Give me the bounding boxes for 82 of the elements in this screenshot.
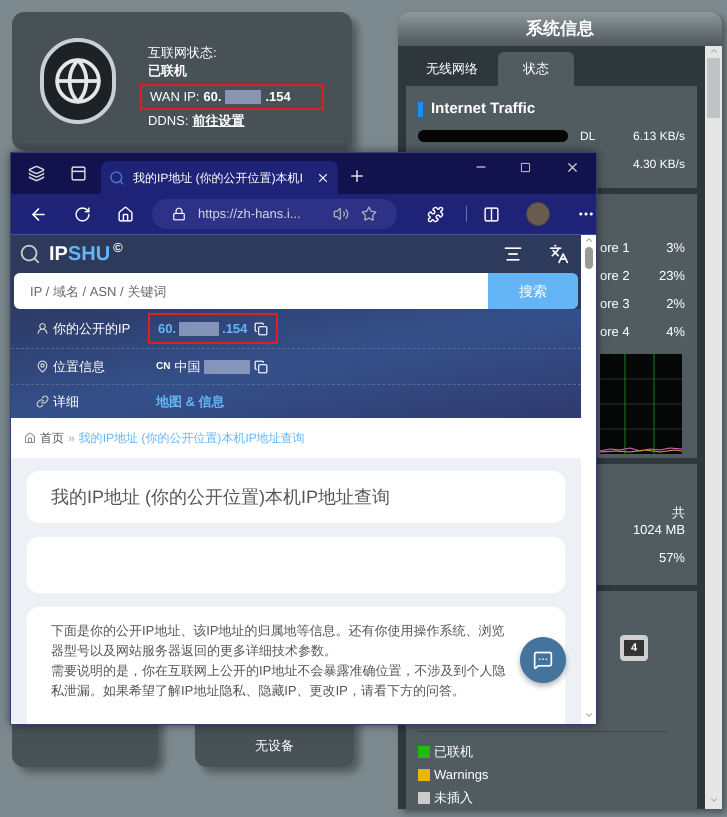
favorite-icon[interactable] — [361, 206, 377, 222]
magnifier-icon — [19, 243, 41, 265]
maximize-icon[interactable] — [520, 162, 531, 173]
extensions-icon[interactable] — [427, 206, 444, 222]
panel-tab[interactable]: 无线网络 — [406, 52, 498, 86]
ddns-label: DDNS: — [148, 112, 188, 130]
wan-ip-label: WAN IP: — [150, 88, 200, 106]
legend-label: 已联机 — [434, 742, 473, 761]
browser-tab[interactable]: 我的IP地址 (你的公开位置)本机I — [101, 161, 338, 194]
copy-icon[interactable] — [254, 322, 268, 336]
status-label: 互联网状态: — [148, 44, 218, 62]
read-aloud-icon[interactable] — [333, 206, 349, 222]
core-label: ore 2 — [600, 267, 630, 286]
panel-tab[interactable]: 状态 — [498, 52, 574, 86]
scroll-thumb[interactable] — [707, 58, 720, 118]
tab-title: 我的IP地址 (你的公开位置)本机I — [133, 170, 303, 186]
logo-mark: © — [113, 239, 123, 257]
site-icon — [109, 170, 125, 186]
ip-suffix: .154 — [222, 320, 248, 338]
country-code: CN — [156, 360, 170, 374]
pin-icon — [36, 360, 49, 373]
legend-label: Warnings — [434, 766, 488, 784]
user-icon — [36, 322, 49, 335]
new-tab-icon[interactable] — [348, 167, 366, 185]
translate-icon[interactable] — [549, 244, 569, 264]
core-usage: 2% — [666, 295, 685, 314]
core-label: ore 1 — [600, 239, 630, 258]
logo-shu: SHU — [68, 242, 110, 267]
url-text: https://zh-hans.i... — [198, 205, 301, 224]
copy-icon[interactable] — [254, 360, 268, 374]
refresh-icon[interactable] — [74, 206, 91, 222]
redacted-block — [204, 360, 250, 374]
usb-status: 无设备 — [255, 736, 294, 754]
home-icon[interactable] — [117, 206, 134, 222]
traffic-value: 6.13 KB/s — [632, 128, 685, 144]
traffic-title: Internet Traffic — [431, 99, 536, 119]
redacted-block — [179, 322, 220, 336]
status-value: 已联机 — [148, 62, 188, 80]
memory-total-label: 共 — [672, 504, 685, 521]
info-label: 你的公开的IP — [53, 320, 130, 338]
accent-bar — [418, 102, 423, 117]
page-scrollbar[interactable] — [581, 235, 596, 724]
panel-title: 系统信息 — [526, 18, 594, 40]
core-label: ore 3 — [600, 295, 630, 314]
ddns-link[interactable]: 前往设置 — [192, 112, 244, 130]
traffic-label: DL — [580, 128, 596, 144]
core-usage: 3% — [666, 239, 685, 258]
tab-actions-icon[interactable] — [70, 165, 87, 182]
split-screen-icon[interactable] — [483, 206, 500, 222]
country-name: 中国 — [174, 358, 200, 376]
home-icon — [24, 432, 36, 444]
lock-icon — [172, 207, 186, 221]
memory-total: 1024 MB — [632, 521, 685, 538]
address-bar[interactable]: https://zh-hans.i... — [152, 199, 397, 229]
redacted-block — [225, 90, 262, 104]
ethernet-port: 4 — [620, 635, 648, 661]
core-usage: 4% — [666, 323, 685, 342]
memory-usage: 57% — [658, 549, 685, 566]
scroll-thumb[interactable] — [584, 247, 592, 269]
traffic-value: 4.30 KB/s — [632, 156, 685, 172]
core-label: ore 4 — [600, 323, 630, 342]
page-heading: 我的IP地址 (你的公开位置)本机IP地址查询 — [51, 486, 390, 509]
panel-scrollbar[interactable] — [705, 46, 722, 809]
search-field[interactable]: IP / 域名 / ASN / 关键词 — [14, 273, 488, 309]
wan-ip-prefix: 60. — [203, 88, 222, 106]
globe-icon — [53, 56, 103, 106]
info-label: 位置信息 — [53, 358, 105, 376]
workspaces-icon[interactable] — [28, 165, 45, 182]
intro-paragraph: 需要说明的是，你在互联网上公开的IP地址不会暴露准确位置，不涉及到个人隐私泄漏。如果希望了解IP地址隐私、隐藏IP、更改IP，请看下方的问答。 — [51, 662, 506, 700]
ip-prefix: 60. — [158, 320, 176, 338]
chat-icon — [533, 650, 553, 670]
wan-ip-suffix: .154 — [265, 88, 291, 106]
map-info-link[interactable]: 地图 & 信息 — [156, 392, 225, 412]
close-icon[interactable] — [565, 160, 580, 175]
breadcrumb-separator: » — [68, 430, 75, 447]
info-label: 详细 — [53, 392, 79, 411]
intro-paragraph: 下面是你的公开IP地址、该IP地址的归属地等信息。还有你使用操作系统、浏览器型号以及网站服务器返回的更多详细技术参数。 — [51, 622, 506, 660]
core-usage: 23% — [658, 267, 685, 286]
legend-label: 未插入 — [434, 788, 473, 807]
logo-ip: IP — [49, 242, 68, 267]
link-icon — [36, 395, 49, 408]
breadcrumb-home[interactable]: 首页 — [40, 429, 64, 447]
